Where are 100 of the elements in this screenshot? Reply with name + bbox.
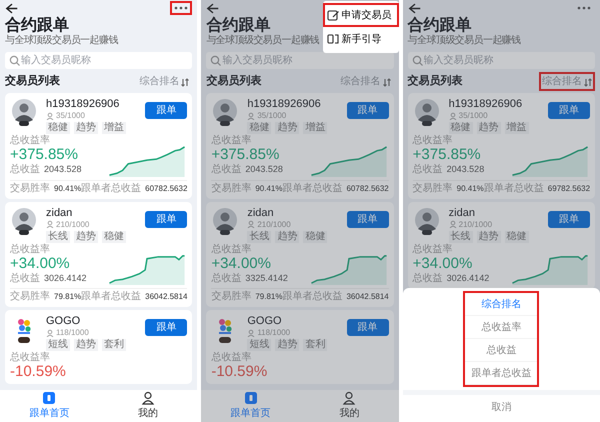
stat-label: 跟单者总收益 bbox=[282, 182, 342, 194]
tag: 趋势 bbox=[74, 122, 98, 134]
search-icon bbox=[412, 55, 423, 66]
page-title: 合约跟单 bbox=[206, 16, 270, 34]
follow-button[interactable]: 跟单 bbox=[346, 210, 389, 228]
user-icon bbox=[342, 391, 356, 405]
return-rate: +375.85% bbox=[10, 147, 79, 163]
follower-count: 35/1000 bbox=[257, 111, 286, 120]
follow-button[interactable]: 跟单 bbox=[145, 210, 188, 228]
follower-profit: 60782.5632 bbox=[145, 182, 188, 194]
win-rate: 90.41% bbox=[456, 182, 484, 194]
search-field[interactable]: 输入交易员昵称 bbox=[206, 52, 394, 69]
stat-label: 总收益 bbox=[412, 164, 443, 176]
return-rate: +375.85% bbox=[211, 147, 280, 163]
search-field[interactable]: 输入交易员昵称 bbox=[408, 52, 595, 69]
return-rate: +34.00% bbox=[412, 256, 474, 272]
stat-label: 总收益 bbox=[211, 164, 242, 176]
tag: 长线 bbox=[247, 230, 272, 242]
user-icon bbox=[141, 391, 155, 405]
nav-tab[interactable]: 跟单首页 bbox=[201, 390, 300, 422]
page-title: 合约跟单 bbox=[5, 16, 69, 34]
trader-name: zidan bbox=[247, 206, 275, 220]
avatar-drawing bbox=[211, 98, 240, 126]
trader-name: GOGO bbox=[46, 315, 82, 328]
person-icon bbox=[46, 328, 54, 336]
tag: 趋势 bbox=[275, 230, 300, 242]
stat-label: 跟单者总收益 bbox=[81, 291, 142, 303]
search-icon bbox=[210, 55, 222, 66]
profit-value: 3325.4142 bbox=[245, 272, 288, 284]
return-rate: +34.00% bbox=[211, 256, 272, 272]
tag: 套利 bbox=[303, 339, 328, 351]
person-icon bbox=[247, 328, 256, 336]
menu-item[interactable]: 新手引导 bbox=[322, 27, 399, 51]
tag: 稳健 bbox=[303, 230, 328, 242]
tag: 趋势 bbox=[476, 122, 501, 134]
menu-item[interactable]: 申请交易员 bbox=[322, 3, 399, 27]
follow-button[interactable]: 跟单 bbox=[346, 102, 389, 119]
follower-count: 35/1000 bbox=[458, 111, 488, 120]
sort-button[interactable]: 综合排名 bbox=[338, 72, 394, 91]
sort-option[interactable]: 综合排名 bbox=[465, 293, 538, 316]
search-field[interactable]: 输入交易员昵称 bbox=[5, 52, 192, 69]
tag: 趋势 bbox=[275, 339, 300, 351]
win-rate: 79.81% bbox=[255, 291, 282, 303]
section-title: 交易员列表 bbox=[408, 74, 463, 90]
trader-name: h19318926906 bbox=[448, 98, 524, 111]
sort-option[interactable]: 总收益 bbox=[465, 339, 538, 362]
sort-icon bbox=[382, 76, 391, 86]
follower-count: 210/1000 bbox=[458, 220, 492, 228]
return-rate: +375.85% bbox=[412, 147, 482, 163]
sort-icon bbox=[181, 76, 190, 86]
sort-option[interactable]: 总收益率 bbox=[465, 316, 538, 339]
return-rate: -10.59% bbox=[211, 364, 268, 380]
avatar-drawing bbox=[10, 98, 38, 126]
follower-profit: 36042.5814 bbox=[145, 291, 188, 303]
tag: 增益 bbox=[504, 122, 529, 134]
stat-label: 总收益 bbox=[412, 272, 443, 284]
follow-button[interactable]: 跟单 bbox=[145, 319, 188, 336]
tag: 稳健 bbox=[448, 122, 473, 134]
trader-name: zidan bbox=[46, 206, 74, 220]
more-icon bbox=[174, 5, 188, 11]
sort-button[interactable]: 综合排名 bbox=[538, 72, 595, 91]
stat-label: 总收益 bbox=[10, 164, 40, 176]
sort-button[interactable]: 综合排名 bbox=[136, 72, 192, 91]
stat-label: 交易胜率 bbox=[211, 291, 252, 303]
nav-tab[interactable]: 我的 bbox=[98, 390, 198, 422]
follower-count: 210/1000 bbox=[56, 220, 90, 228]
page-subtitle: 与全球顶级交易员一起赚钱 bbox=[206, 35, 320, 47]
follower-count: 118/1000 bbox=[257, 328, 290, 337]
avatar-drawing bbox=[412, 98, 441, 126]
nav-tab[interactable]: 我的 bbox=[300, 390, 399, 422]
return-rate: +34.00% bbox=[10, 256, 71, 272]
back-icon[interactable] bbox=[206, 2, 220, 14]
stat-label: 跟单者总收益 bbox=[282, 291, 342, 303]
tag: 短线 bbox=[247, 339, 272, 351]
tag: 短线 bbox=[46, 339, 70, 351]
more-button[interactable] bbox=[170, 1, 192, 15]
back-icon[interactable] bbox=[5, 2, 19, 14]
page-subtitle: 与全球顶级交易员一起赚钱 bbox=[408, 35, 520, 47]
follow-button[interactable]: 跟单 bbox=[145, 102, 188, 119]
person-icon bbox=[448, 112, 457, 120]
stat-label: 交易胜率 bbox=[211, 182, 252, 194]
follower-profit: 69782.5632 bbox=[548, 182, 590, 194]
nav-tab[interactable]: 跟单首页 bbox=[0, 390, 99, 422]
stat-label: 总收益率 bbox=[211, 352, 252, 364]
search-icon bbox=[9, 55, 20, 66]
back-icon[interactable] bbox=[408, 2, 422, 14]
tag: 稳健 bbox=[102, 230, 126, 242]
stat-label: 总收益率 bbox=[412, 244, 454, 256]
avatar-drawing bbox=[412, 206, 441, 234]
sort-option[interactable]: 跟单者总收益 bbox=[465, 362, 538, 385]
tag: 增益 bbox=[102, 122, 126, 134]
profit-value: 3026.4142 bbox=[44, 272, 87, 284]
stat-label: 跟单者总收益 bbox=[484, 182, 544, 194]
tag: 长线 bbox=[46, 230, 70, 242]
follow-button[interactable]: 跟单 bbox=[548, 210, 590, 228]
tag: 趋势 bbox=[476, 230, 501, 242]
page-subtitle: 与全球顶级交易员一起赚钱 bbox=[5, 35, 118, 47]
follow-button[interactable]: 跟单 bbox=[548, 102, 590, 119]
follow-button[interactable]: 跟单 bbox=[346, 319, 389, 336]
person-icon bbox=[448, 220, 457, 228]
